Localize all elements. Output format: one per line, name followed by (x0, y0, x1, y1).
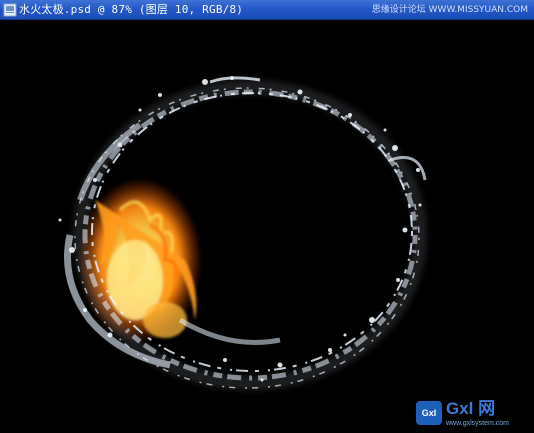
fire-flames (78, 178, 202, 342)
logo-url: www.gxlsystem.com (446, 420, 510, 427)
water-fire-ring-artwork (58, 76, 427, 390)
site-watermark: 思缘设计论坛 WWW.MISSYUAN.COM (371, 5, 528, 15)
window-title: 水火太极.psd @ 87% (图层 10, RGB/8) (19, 3, 244, 16)
document-canvas[interactable]: Gxl Gxl 网 www.gxlsystem.com (0, 20, 534, 433)
logo-badge: Gxl (416, 401, 442, 425)
document-icon (3, 3, 17, 17)
site-logo: Gxl Gxl 网 www.gxlsystem.com (416, 399, 528, 429)
logo-name: Gxl 网 (446, 399, 496, 418)
window-titlebar[interactable]: 水火太极.psd @ 87% (图层 10, RGB/8) 思缘设计论坛 WWW… (0, 0, 534, 20)
